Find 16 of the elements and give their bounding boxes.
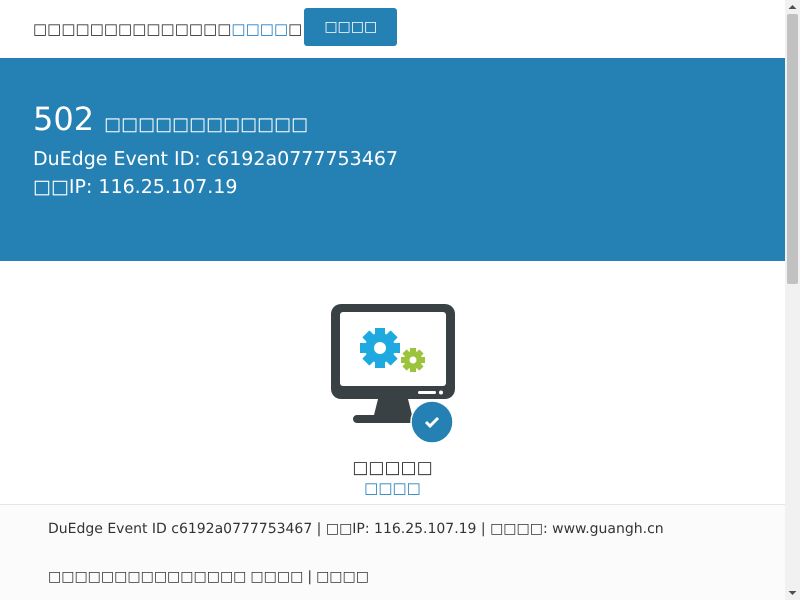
status-title: □□□□□: [352, 458, 433, 478]
action-button[interactable]: □□□□: [304, 8, 398, 46]
footer-note: □□□□□□□□□□□□□□□: [48, 569, 246, 585]
event-id: DuEdge Event ID: c6192a0777753467: [33, 148, 399, 170]
notice-text: □□□□□□□□□□□□□□: [33, 20, 232, 38]
error-message: □□□□□□□□□□□□: [104, 114, 308, 135]
error-code: 502: [33, 100, 94, 138]
separator: |: [307, 569, 312, 585]
notice-text: □: [288, 20, 302, 38]
footer-info: DuEdge Event ID c6192a0777753467 | □□IP: 116.25.107.19 | □□□□: www.guangh.cn: [48, 521, 665, 537]
footer-link[interactable]: □□□□: [316, 569, 369, 585]
status-link[interactable]: □□□□: [364, 480, 421, 497]
notice-link[interactable]: □□□□: [231, 20, 288, 38]
monitor-gear-icon: [330, 303, 456, 444]
ip-address: □□IP: 116.25.107.19: [33, 176, 238, 198]
footer-link[interactable]: □□□□: [250, 569, 304, 585]
